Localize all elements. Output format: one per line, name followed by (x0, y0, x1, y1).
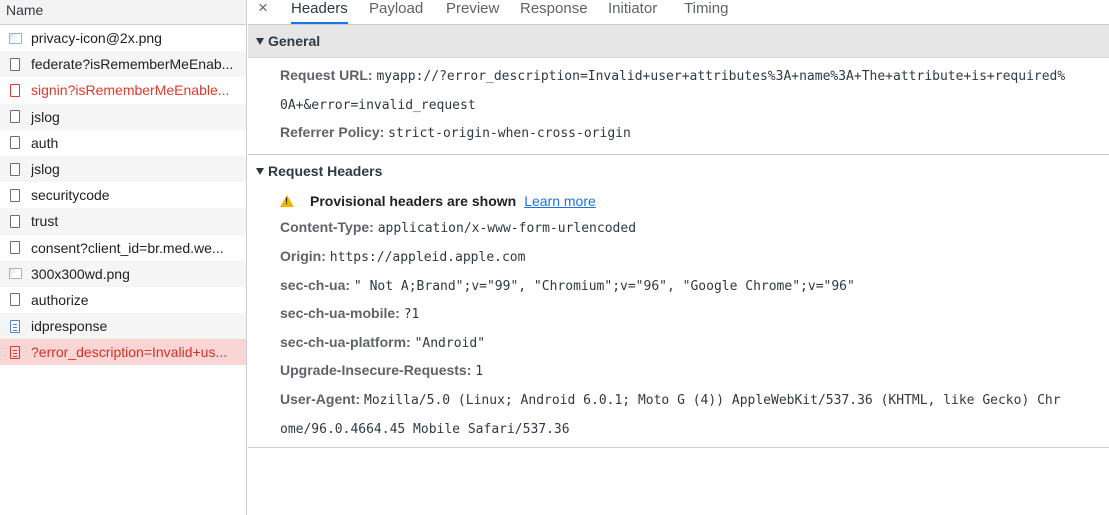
tab-initiator[interactable]: Initiator (608, 0, 657, 24)
header-name: Upgrade-Insecure-Requests: (280, 362, 472, 379)
document-icon (10, 57, 20, 71)
request-name: securitycode (31, 187, 110, 204)
document-icon (10, 293, 20, 307)
request-row-jslog-2[interactable]: jslog (0, 155, 246, 183)
header-value: Mozilla/5.0 (Linux; Android 6.0.1; Moto … (364, 392, 1061, 408)
tab-timing[interactable]: Timing (684, 0, 728, 24)
tab-preview[interactable]: Preview (446, 0, 499, 24)
referrer-policy-field: Referrer Policy: strict-origin-when-cros… (248, 119, 1109, 148)
header-value-cont: ome/96.0.4664.45 Mobile Safari/537.36 (280, 421, 570, 437)
user-agent-continuation: ome/96.0.4664.45 Mobile Safari/537.36 (248, 415, 1109, 444)
upgrade-insecure-requests-header: Upgrade-Insecure-Requests: 1 (248, 357, 1109, 386)
request-row-consent[interactable]: consent?client_id=br.med.we... (0, 235, 246, 261)
user-agent-header: User-Agent: Mozilla/5.0 (Linux; Android … (248, 386, 1109, 415)
request-url-value: myapp://?error_description=Invalid+user+… (376, 69, 1066, 84)
html-document-icon (10, 319, 20, 333)
request-headers-section-header[interactable]: Request Headers (248, 155, 1109, 188)
origin-header: Origin: https://appleid.apple.com (248, 243, 1109, 272)
request-name: authorize (31, 291, 89, 308)
request-name: 300x300wd.png (31, 265, 130, 282)
document-icon (10, 83, 20, 97)
warning-icon (280, 194, 294, 207)
request-name: federate?isRememberMeEnab... (31, 56, 234, 73)
request-list: privacy-icon@2x.png federate?isRememberM… (0, 25, 246, 366)
header-name: Origin: (280, 247, 326, 264)
request-row-federate[interactable]: federate?isRememberMeEnab... (0, 51, 246, 78)
html-document-icon (10, 345, 20, 359)
details-tabbar: × Headers Payload Preview Response Initi… (248, 0, 1109, 25)
request-url-field: Request URL: myapp://?error_description=… (248, 62, 1109, 91)
learn-more-link[interactable]: Learn more (524, 193, 596, 209)
request-name: jslog (31, 161, 60, 178)
sec-ch-ua-platform-header: sec-ch-ua-platform: "Android" (248, 329, 1109, 358)
request-row-jslog[interactable]: jslog (0, 103, 246, 130)
request-name: trust (31, 213, 59, 230)
document-icon (10, 162, 20, 176)
header-name: User-Agent: (280, 390, 361, 407)
image-file-icon (9, 32, 22, 44)
header-value: https://appleid.apple.com (329, 249, 526, 265)
request-name: idpresponse (31, 318, 108, 335)
request-headers-title: Request Headers (268, 162, 383, 179)
request-name: signin?isRememberMeEnable... (31, 82, 230, 99)
header-name: Content-Type: (280, 219, 374, 236)
request-row-auth[interactable]: auth (0, 130, 246, 156)
request-url-value-cont: 0A+&error=invalid_request (280, 97, 476, 113)
document-icon (10, 214, 20, 228)
request-url-continuation: 0A+&error=invalid_request (248, 91, 1109, 120)
tab-payload[interactable]: Payload (369, 0, 423, 24)
request-url-label: Request URL: (280, 67, 373, 83)
image-file-icon (9, 268, 22, 280)
request-row-trust[interactable]: trust (0, 208, 246, 235)
request-row-300x300wd[interactable]: 300x300wd.png (0, 260, 246, 287)
header-name: sec-ch-ua-mobile: (280, 305, 400, 322)
request-list-pane: Name privacy-icon@2x.png federate?isReme… (0, 0, 247, 515)
document-icon (10, 110, 20, 124)
general-section: Request URL: myapp://?error_description=… (248, 58, 1109, 155)
request-row-error-description[interactable]: ?error_description=Invalid+us... (0, 339, 246, 366)
header-value: application/x-www-form-urlencoded (377, 221, 637, 237)
request-details-pane: × Headers Payload Preview Response Initi… (248, 0, 1109, 515)
header-name: sec-ch-ua: (280, 276, 351, 293)
tab-response[interactable]: Response (520, 0, 588, 24)
request-row-idpresponse[interactable]: idpresponse (0, 313, 246, 340)
general-section-title: General (268, 33, 321, 49)
provisional-headers-text: Provisional headers are shown (310, 192, 517, 209)
request-row-authorize[interactable]: authorize (0, 287, 246, 313)
expand-triangle-icon (256, 167, 264, 175)
header-value: ?1 (403, 307, 420, 323)
provisional-headers-warning: Provisional headers are shown Learn more (248, 188, 1109, 215)
request-row-privacy-icon[interactable]: privacy-icon@2x.png (0, 25, 246, 51)
document-icon (10, 241, 20, 255)
document-icon (10, 188, 20, 202)
sec-ch-ua-mobile-header: sec-ch-ua-mobile: ?1 (248, 300, 1109, 329)
tab-headers[interactable]: Headers (291, 0, 348, 24)
close-icon[interactable]: × (258, 0, 268, 18)
request-name: jslog (31, 108, 60, 125)
header-name: sec-ch-ua-platform: (280, 333, 411, 350)
header-value: "Android" (414, 335, 486, 351)
name-column-header[interactable]: Name (0, 0, 246, 25)
request-row-securitycode[interactable]: securitycode (0, 182, 246, 208)
devtools-network-panel: Name privacy-icon@2x.png federate?isReme… (0, 0, 1109, 515)
request-name: auth (31, 134, 59, 151)
sec-ch-ua-header: sec-ch-ua: " Not A;Brand";v="99", "Chrom… (248, 272, 1109, 301)
request-name: consent?client_id=br.med.we... (31, 239, 224, 256)
referrer-policy-label: Referrer Policy: (280, 124, 385, 141)
document-icon (10, 136, 20, 150)
header-value: 1 (475, 364, 484, 380)
general-section-header[interactable]: General (248, 25, 1109, 58)
content-type-header: Content-Type: application/x-www-form-url… (248, 214, 1109, 243)
header-value: " Not A;Brand";v="99", "Chromium";v="96"… (353, 278, 855, 294)
request-row-signin[interactable]: signin?isRememberMeEnable... (0, 77, 246, 103)
request-headers-section: Provisional headers are shownLearn more … (248, 188, 1109, 449)
referrer-policy-value: strict-origin-when-cross-origin (388, 126, 631, 142)
request-name: ?error_description=Invalid+us... (31, 344, 228, 361)
expand-triangle-icon (256, 38, 264, 45)
request-name: privacy-icon@2x.png (31, 30, 162, 47)
